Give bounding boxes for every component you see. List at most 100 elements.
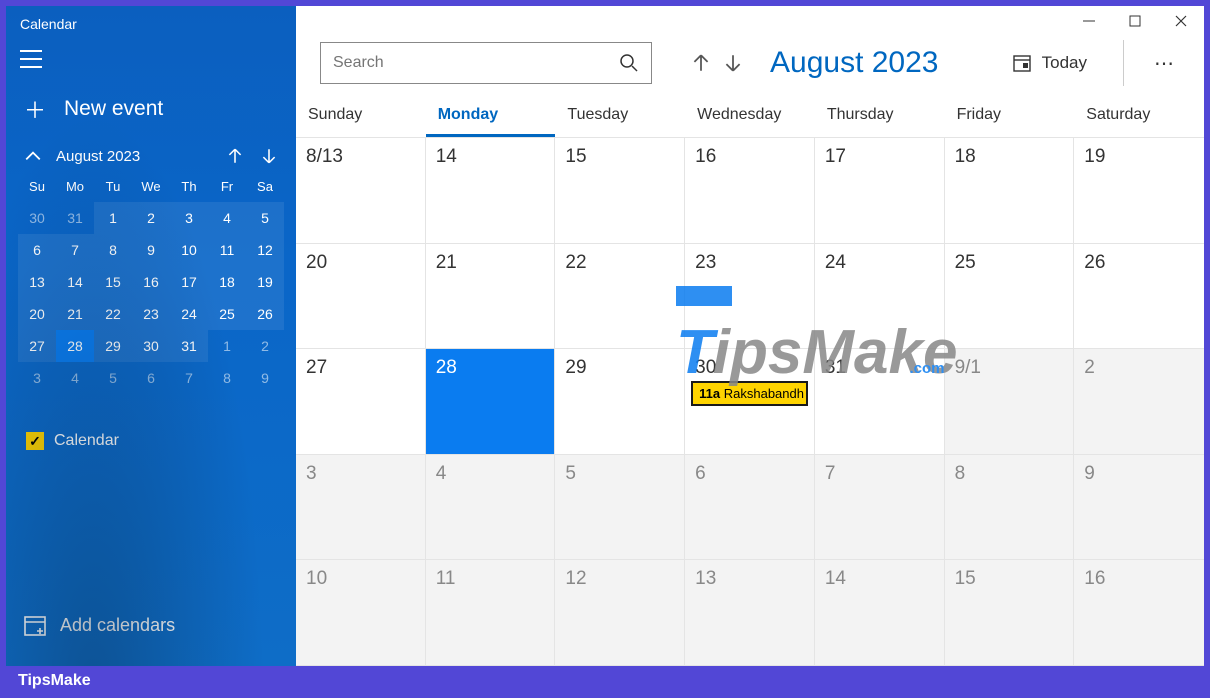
add-calendars-button[interactable]: Add calendars xyxy=(6,604,193,646)
mini-day-cell[interactable]: 7 xyxy=(56,234,94,266)
mini-day-cell[interactable]: 3 xyxy=(170,202,208,234)
day-cell[interactable]: 12 xyxy=(555,560,685,666)
day-cell[interactable]: 15 xyxy=(555,138,685,244)
close-button[interactable] xyxy=(1158,6,1204,36)
mini-day-cell[interactable]: 25 xyxy=(208,298,246,330)
minimize-button[interactable] xyxy=(1066,6,1112,36)
today-button[interactable]: Today xyxy=(1002,47,1097,79)
mini-dow: Th xyxy=(170,175,208,202)
divider xyxy=(1123,40,1124,86)
day-cell[interactable]: 9 xyxy=(1074,455,1204,561)
mini-day-cell[interactable]: 16 xyxy=(132,266,170,298)
day-cell[interactable]: 22 xyxy=(555,244,685,350)
day-cell[interactable]: 26 xyxy=(1074,244,1204,350)
mini-day-cell[interactable]: 31 xyxy=(170,330,208,362)
mini-day-cell[interactable]: 28 xyxy=(56,330,94,362)
mini-day-cell[interactable]: 5 xyxy=(94,362,132,394)
day-cell[interactable]: 16 xyxy=(1074,560,1204,666)
mini-day-cell[interactable]: 20 xyxy=(18,298,56,330)
mini-day-cell[interactable]: 24 xyxy=(170,298,208,330)
day-cell[interactable]: 14 xyxy=(426,138,556,244)
mini-day-cell[interactable]: 21 xyxy=(56,298,94,330)
day-cell[interactable]: 29 xyxy=(555,349,685,455)
day-cell[interactable]: 3011a Rakshabandh xyxy=(685,349,815,455)
day-cell[interactable]: 23 xyxy=(685,244,815,350)
mini-day-cell[interactable]: 4 xyxy=(208,202,246,234)
mini-day-cell[interactable]: 6 xyxy=(18,234,56,266)
mini-day-cell[interactable]: 10 xyxy=(170,234,208,266)
today-label: Today xyxy=(1042,53,1087,73)
mini-dow: Fr xyxy=(208,175,246,202)
mini-day-cell[interactable]: 3 xyxy=(18,362,56,394)
mini-day-cell[interactable]: 30 xyxy=(18,202,56,234)
day-cell[interactable]: 16 xyxy=(685,138,815,244)
day-cell[interactable]: 5 xyxy=(555,455,685,561)
day-cell[interactable]: 8 xyxy=(945,455,1075,561)
maximize-button[interactable] xyxy=(1112,6,1158,36)
mini-day-cell[interactable]: 19 xyxy=(246,266,284,298)
day-cell[interactable]: 21 xyxy=(426,244,556,350)
day-cell[interactable]: 4 xyxy=(426,455,556,561)
mini-day-cell[interactable]: 2 xyxy=(246,330,284,362)
mini-day-cell[interactable]: 23 xyxy=(132,298,170,330)
more-menu-button[interactable]: ⋯ xyxy=(1150,51,1180,76)
mini-day-cell[interactable]: 14 xyxy=(56,266,94,298)
day-cell[interactable]: 8/13 xyxy=(296,138,426,244)
day-cell[interactable]: 31 xyxy=(815,349,945,455)
mini-day-cell[interactable]: 9 xyxy=(132,234,170,266)
mini-day-cell[interactable]: 2 xyxy=(132,202,170,234)
day-cell[interactable]: 25 xyxy=(945,244,1075,350)
month-title[interactable]: August 2023 xyxy=(770,46,938,80)
day-cell[interactable]: 3 xyxy=(296,455,426,561)
day-cell[interactable]: 13 xyxy=(685,560,815,666)
search-input[interactable] xyxy=(333,54,593,72)
day-cell[interactable]: 18 xyxy=(945,138,1075,244)
day-cell[interactable]: 27 xyxy=(296,349,426,455)
day-cell[interactable]: 15 xyxy=(945,560,1075,666)
mini-day-cell[interactable]: 31 xyxy=(56,202,94,234)
day-cell[interactable]: 24 xyxy=(815,244,945,350)
mini-day-cell[interactable]: 7 xyxy=(170,362,208,394)
mini-day-cell[interactable]: 30 xyxy=(132,330,170,362)
day-cell[interactable]: 6 xyxy=(685,455,815,561)
mini-day-cell[interactable]: 26 xyxy=(246,298,284,330)
mini-day-cell[interactable]: 1 xyxy=(94,202,132,234)
mini-cal-prev-button[interactable] xyxy=(226,147,244,165)
mini-day-cell[interactable]: 22 xyxy=(94,298,132,330)
mini-day-cell[interactable]: 17 xyxy=(170,266,208,298)
day-cell[interactable]: 11 xyxy=(426,560,556,666)
prev-period-button[interactable] xyxy=(690,52,712,74)
mini-cal-collapse-button[interactable] xyxy=(24,147,42,165)
day-cell[interactable]: 10 xyxy=(296,560,426,666)
day-cell[interactable]: 2 xyxy=(1074,349,1204,455)
mini-day-cell[interactable]: 8 xyxy=(208,362,246,394)
day-cell[interactable]: 7 xyxy=(815,455,945,561)
mini-day-cell[interactable]: 12 xyxy=(246,234,284,266)
calendar-toggle[interactable]: ✓ Calendar xyxy=(6,422,296,460)
mini-cal-next-button[interactable] xyxy=(260,147,278,165)
mini-day-cell[interactable]: 15 xyxy=(94,266,132,298)
mini-day-cell[interactable]: 18 xyxy=(208,266,246,298)
new-event-button[interactable]: ＋ New event xyxy=(6,79,296,143)
mini-day-cell[interactable]: 13 xyxy=(18,266,56,298)
mini-day-cell[interactable]: 4 xyxy=(56,362,94,394)
hamburger-menu-button[interactable] xyxy=(6,32,296,79)
calendar-event[interactable]: 11a Rakshabandh xyxy=(691,381,808,406)
day-cell[interactable]: 19 xyxy=(1074,138,1204,244)
mini-day-cell[interactable]: 11 xyxy=(208,234,246,266)
day-cell[interactable]: 28 xyxy=(426,349,556,455)
day-cell[interactable]: 20 xyxy=(296,244,426,350)
mini-day-cell[interactable]: 8 xyxy=(94,234,132,266)
mini-day-cell[interactable]: 5 xyxy=(246,202,284,234)
mini-day-cell[interactable]: 29 xyxy=(94,330,132,362)
search-box[interactable] xyxy=(320,42,652,84)
day-cell[interactable]: 9/1 xyxy=(945,349,1075,455)
mini-day-cell[interactable]: 27 xyxy=(18,330,56,362)
next-period-button[interactable] xyxy=(722,52,744,74)
mini-day-cell[interactable]: 1 xyxy=(208,330,246,362)
mini-day-cell[interactable]: 6 xyxy=(132,362,170,394)
day-cell[interactable]: 14 xyxy=(815,560,945,666)
new-event-label: New event xyxy=(64,97,163,121)
day-cell[interactable]: 17 xyxy=(815,138,945,244)
mini-day-cell[interactable]: 9 xyxy=(246,362,284,394)
